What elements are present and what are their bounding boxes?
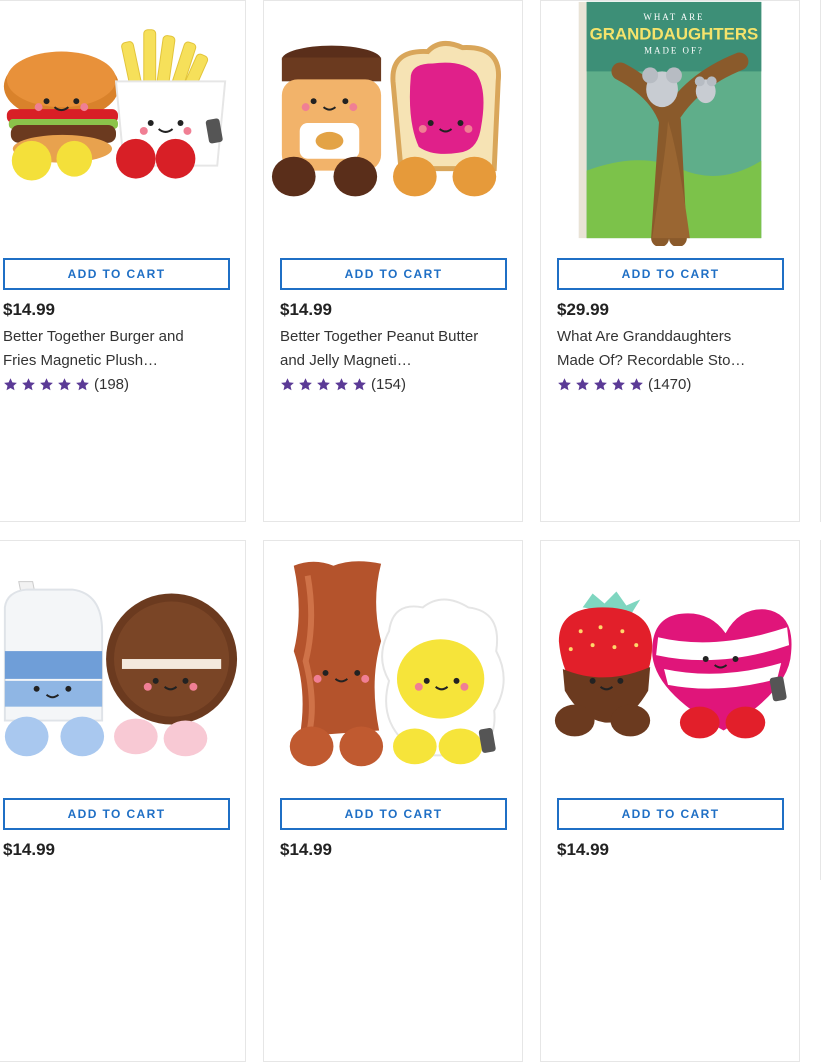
product-rating[interactable]: (154) xyxy=(280,376,406,393)
add-to-cart-button[interactable]: ADD TO CART xyxy=(3,258,230,290)
product-card: ADD TO CART $14.99 Better Together Burge… xyxy=(0,0,246,522)
star-icon xyxy=(558,378,571,391)
granddaughters-book-image[interactable]: WHAT ARE GRANDDAUGHTERS MADE OF? xyxy=(541,1,799,246)
milk-cookie-plush-image[interactable] xyxy=(0,541,245,786)
product-title-line: Fries Magnetic Plush… xyxy=(3,352,159,369)
star-rating xyxy=(280,377,367,392)
bacon-egg-plush-image[interactable] xyxy=(264,541,522,786)
star-icon xyxy=(40,378,53,391)
star-icon xyxy=(594,378,607,391)
product-price: $14.99 xyxy=(280,300,332,319)
star-icon xyxy=(576,378,589,391)
star-icon xyxy=(335,378,348,391)
book-cover-line3: MADE OF? xyxy=(644,46,704,56)
product-price: $14.99 xyxy=(280,840,332,859)
product-price: $14.99 xyxy=(3,300,55,319)
star-icon xyxy=(76,378,89,391)
review-count: (1470) xyxy=(648,376,692,393)
product-rating[interactable]: (1470) xyxy=(557,376,691,393)
product-title-link[interactable]: Better Together Peanut Butter and Jelly … xyxy=(280,325,505,373)
product-card: ADD TO CART $14.99 xyxy=(0,540,246,1062)
star-rating xyxy=(3,377,90,392)
burger-fries-plush-image[interactable] xyxy=(0,1,245,246)
add-to-cart-button[interactable]: ADD TO CART xyxy=(557,798,784,830)
star-icon xyxy=(22,378,35,391)
product-title-link[interactable]: Better Together Burger and Fries Magneti… xyxy=(3,325,228,373)
product-rating[interactable]: (198) xyxy=(3,376,129,393)
product-title-link[interactable]: What Are Granddaughters Made Of? Recorda… xyxy=(557,325,782,373)
product-title-line: What Are Granddaughters xyxy=(557,328,732,345)
product-title-line: Better Together Burger and xyxy=(3,328,184,345)
product-title-line: and Jelly Magneti… xyxy=(280,352,412,369)
product-price: $14.99 xyxy=(3,840,55,859)
next-card-edge xyxy=(820,0,821,522)
star-icon xyxy=(281,378,294,391)
product-price: $29.99 xyxy=(557,300,609,319)
star-icon xyxy=(58,378,71,391)
peanut-butter-jelly-plush-image[interactable] xyxy=(264,1,522,246)
next-card-edge xyxy=(820,540,821,880)
star-rating xyxy=(557,377,644,392)
book-cover-line2: GRANDDAUGHTERS xyxy=(590,25,759,44)
product-price: $14.99 xyxy=(557,840,609,859)
book-cover-line1: WHAT ARE xyxy=(643,12,704,22)
review-count: (154) xyxy=(371,376,407,393)
star-icon xyxy=(630,378,643,391)
star-icon xyxy=(612,378,625,391)
strawberry-heart-plush-image[interactable] xyxy=(541,541,799,786)
product-card: WHAT ARE GRANDDAUGHTERS MADE OF? ADD TO … xyxy=(540,0,800,522)
add-to-cart-button[interactable]: ADD TO CART xyxy=(280,258,507,290)
product-card: ADD TO CART $14.99 Better Together Peanu… xyxy=(263,0,523,522)
add-to-cart-button[interactable]: ADD TO CART xyxy=(557,258,784,290)
star-icon xyxy=(299,378,312,391)
star-icon xyxy=(4,378,17,391)
review-count: (198) xyxy=(94,376,130,393)
add-to-cart-button[interactable]: ADD TO CART xyxy=(280,798,507,830)
add-to-cart-button[interactable]: ADD TO CART xyxy=(3,798,230,830)
star-icon xyxy=(353,378,366,391)
product-card: ADD TO CART $14.99 xyxy=(540,540,800,1062)
product-title-line: Made Of? Recordable Sto… xyxy=(557,352,746,369)
product-title-line: Better Together Peanut Butter xyxy=(280,328,479,345)
product-card: ADD TO CART $14.99 xyxy=(263,540,523,1062)
star-icon xyxy=(317,378,330,391)
